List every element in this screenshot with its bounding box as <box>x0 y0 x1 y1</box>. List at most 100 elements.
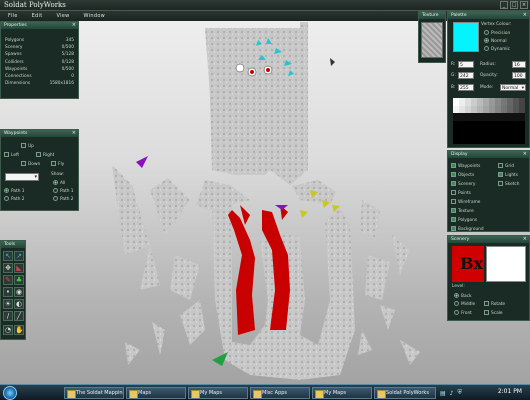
close-icon[interactable]: × <box>72 22 76 29</box>
scenery-tool-icon[interactable]: ♣ <box>14 275 24 285</box>
display-objects-checkbox[interactable]: Objects <box>451 172 474 178</box>
taskbar-item[interactable]: My Maps <box>188 387 248 399</box>
display-scenery-checkbox[interactable]: Scenery <box>451 181 475 187</box>
normal-radio[interactable]: Normal <box>484 38 507 44</box>
taskbar-item[interactable]: The Soldat Mapping... <box>64 387 124 399</box>
polygon-tool-icon[interactable]: ◣ <box>14 263 24 273</box>
waypoint-left-checkbox[interactable]: Left <box>4 152 19 158</box>
prop-row: Dimensions 1580x1816 <box>1 80 78 87</box>
menu-file[interactable]: File <box>8 13 18 19</box>
path2-label: Path 2 <box>11 197 25 202</box>
start-button[interactable] <box>3 386 17 400</box>
close-button[interactable]: × <box>520 1 528 9</box>
close-icon[interactable]: × <box>72 130 76 137</box>
taskbar-item[interactable]: Misc Apps <box>250 387 310 399</box>
prop-value: 1580x1816 <box>49 81 74 87</box>
display-panel: Display × Waypoints Objects Scenery Poin… <box>447 150 530 232</box>
path2-radio[interactable]: Path 2 <box>4 196 25 202</box>
display-item-label: Lights <box>505 173 518 178</box>
menu-edit[interactable]: Edit <box>32 13 43 19</box>
path1-radio[interactable]: Path 1 <box>4 188 25 194</box>
grayscale-palette[interactable] <box>453 98 525 144</box>
waypoint-down-checkbox[interactable]: Down <box>21 161 40 167</box>
taskbar-item[interactable]: Soldat PolyWorks <box>374 387 436 399</box>
path1-label: Path 1 <box>11 189 25 194</box>
display-sketch-checkbox[interactable]: Sketch <box>498 181 519 187</box>
precision-radio[interactable]: Precision <box>484 30 510 36</box>
show-path1-radio[interactable]: Path 1 <box>53 188 74 194</box>
minimize-button[interactable]: _ <box>500 1 508 9</box>
level-back-radio[interactable]: Back <box>454 293 471 299</box>
waypoint-fly-checkbox[interactable]: Fly <box>51 161 64 167</box>
display-points-checkbox[interactable]: Points <box>451 190 471 196</box>
color-swatch[interactable] <box>453 22 479 52</box>
display-item-label: Points <box>458 191 471 196</box>
map-polygon <box>152 322 165 355</box>
level-front-radio[interactable]: Front <box>454 310 472 316</box>
display-wireframe-checkbox[interactable]: Wireframe <box>451 199 480 205</box>
show-path1-label: Path 1 <box>60 189 74 194</box>
display-polygons-checkbox[interactable]: Polygons <box>451 217 477 223</box>
scenery-preview-alt[interactable] <box>486 246 526 282</box>
mode-label: Mode: <box>480 85 494 90</box>
waypoint-right-checkbox[interactable]: Right <box>36 152 54 158</box>
show-all-radio[interactable]: All <box>53 180 65 186</box>
close-icon[interactable]: × <box>523 12 527 19</box>
waypoint-up-checkbox[interactable]: Up <box>21 143 34 149</box>
display-item-label: Objects <box>458 173 475 178</box>
network-icon[interactable]: ▤ <box>440 390 446 397</box>
b-input[interactable]: 255 <box>458 84 474 91</box>
dynamic-radio[interactable]: Dynamic <box>484 46 510 52</box>
g-input[interactable]: 242 <box>458 72 474 79</box>
display-grid-checkbox[interactable]: Grid <box>498 163 514 169</box>
vertex-select-tool-icon[interactable]: ↗ <box>14 251 24 261</box>
show-path2-radio[interactable]: Path 2 <box>53 196 74 202</box>
maximize-button[interactable]: □ <box>510 1 518 9</box>
display-texture-checkbox[interactable]: Texture <box>451 208 474 214</box>
display-waypoints-checkbox[interactable]: Waypoints <box>451 163 480 169</box>
scenery-preview-glyph: Bx <box>460 254 484 273</box>
waypoint-dropdown[interactable]: ▾ <box>5 173 39 181</box>
opacity-input[interactable]: 100 <box>512 72 526 79</box>
level-middle-radio[interactable]: Middle <box>454 301 475 307</box>
spawn-tool-icon[interactable]: ◉ <box>14 287 24 297</box>
waypoint-tool-icon[interactable]: • <box>3 287 13 297</box>
spawn-marker <box>266 68 270 72</box>
close-icon[interactable]: × <box>523 236 527 243</box>
show-path2-label: Path 2 <box>60 197 74 202</box>
texture-preview[interactable] <box>421 22 443 58</box>
taskbar-item[interactable]: My Maps <box>312 387 372 399</box>
light-tool-icon[interactable]: ☀ <box>3 299 13 309</box>
display-background-checkbox[interactable]: Background <box>451 226 484 232</box>
sketch-tool-icon[interactable]: / <box>3 311 13 321</box>
radius-input[interactable]: 16 <box>512 61 526 68</box>
eraser-tool-icon[interactable]: ◔ <box>3 325 13 335</box>
display-item-label: Waypoints <box>458 164 481 169</box>
shield-icon[interactable]: ⛨ <box>458 389 463 397</box>
volume-icon[interactable]: ♪ <box>450 390 454 397</box>
mode-select[interactable]: Normal ▾ <box>500 84 526 91</box>
menu-window[interactable]: Window <box>84 13 106 19</box>
select-tool-icon[interactable]: ↖ <box>3 251 13 261</box>
scenery-preview[interactable]: Bx <box>452 246 484 282</box>
prop-label: Polygons <box>5 38 25 43</box>
menu-view[interactable]: View <box>56 13 69 19</box>
waypoint-right-label: Right <box>43 153 55 158</box>
taskbar: The Soldat Mapping... Maps My Maps Misc … <box>0 384 530 400</box>
display-item-label: Polygons <box>458 218 478 223</box>
line-tool-icon[interactable]: ╱ <box>14 311 24 321</box>
rotate-checkbox[interactable]: Rotate <box>484 301 505 307</box>
depth-tool-icon[interactable]: ◐ <box>14 299 24 309</box>
display-lights-checkbox[interactable]: Lights <box>498 172 518 178</box>
map-polygon <box>380 305 395 330</box>
scale-checkbox[interactable]: Scale <box>484 310 503 316</box>
r-input[interactable]: 5 <box>458 61 474 68</box>
color-picker-icon[interactable]: ✎ <box>3 275 13 285</box>
vertex-colour-label: Vertex Colour: <box>481 22 512 27</box>
purple-triangle <box>136 156 148 168</box>
taskbar-item[interactable]: Maps <box>126 387 186 399</box>
move-tool-icon[interactable]: ✥ <box>3 263 13 273</box>
system-tray: ▤ ♪ ⛨ <box>440 387 496 399</box>
close-icon[interactable]: × <box>523 151 527 158</box>
hand-tool-icon[interactable]: ✋ <box>14 325 24 335</box>
